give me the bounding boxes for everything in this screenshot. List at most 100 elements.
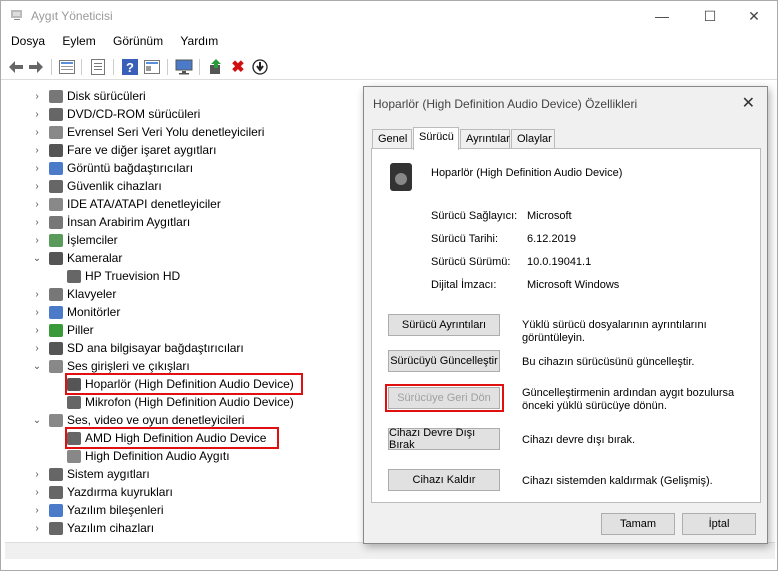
- tree-node[interactable]: › SD ana bilgisayar bağdaştırıcıları: [31, 339, 243, 357]
- dvd-drive-icon: [49, 107, 63, 121]
- collapse-chevron-icon[interactable]: ⌄: [31, 361, 43, 372]
- tree-node[interactable]: › Evrensel Seri Veri Yolu denetleyicileri: [31, 123, 264, 141]
- field-value-date: 6.12.2019: [527, 233, 576, 245]
- dialog-close-icon[interactable]: ✕: [742, 93, 755, 113]
- horizontal-scrollbar[interactable]: [5, 542, 775, 559]
- ide-controller-icon: [49, 197, 63, 211]
- tree-node-label: İşlemciler: [67, 233, 118, 247]
- forward-icon[interactable]: [27, 58, 45, 76]
- expand-chevron-icon[interactable]: ›: [31, 469, 43, 480]
- uninstall-icon[interactable]: ✖: [229, 58, 247, 76]
- uninstall-device-button[interactable]: Cihazı Kaldır: [388, 469, 500, 491]
- monitor-icon[interactable]: [175, 58, 193, 76]
- expand-chevron-icon[interactable]: ›: [31, 145, 43, 156]
- uninstall-device-desc: Cihazı sistemden kaldırmak (Gelişmiş).: [522, 475, 713, 487]
- driver-details-button[interactable]: Sürücü Ayrıntıları: [388, 314, 500, 336]
- expand-chevron-icon[interactable]: ›: [31, 523, 43, 534]
- webcam-icon: [67, 269, 81, 283]
- expand-chevron-icon[interactable]: ›: [31, 307, 43, 318]
- tree-node-label: Klavyeler: [67, 287, 117, 301]
- menu-help[interactable]: Yardım: [173, 32, 225, 50]
- tab-details[interactable]: Ayrıntılar: [460, 129, 510, 149]
- expand-chevron-icon[interactable]: ›: [31, 289, 43, 300]
- back-icon[interactable]: [7, 58, 25, 76]
- software-device-icon: [49, 521, 63, 535]
- tree-node[interactable]: Mikrofon (High Definition Audio Device): [49, 393, 294, 411]
- tree-node-label: High Definition Audio Aygıtı: [85, 449, 230, 463]
- expand-chevron-icon[interactable]: ›: [31, 217, 43, 228]
- collapse-chevron-icon[interactable]: ⌄: [31, 415, 43, 426]
- tree-node[interactable]: ⌄ Kameralar: [31, 249, 123, 267]
- tree-highlight-box: [65, 373, 303, 395]
- tree-node[interactable]: › IDE ATA/ATAPI denetleyiciler: [31, 195, 221, 213]
- tab-driver[interactable]: Sürücü: [413, 127, 459, 150]
- help-icon[interactable]: ?: [121, 58, 139, 76]
- tree-node-label: Monitörler: [67, 305, 121, 319]
- tree-node[interactable]: › Disk sürücüleri: [31, 87, 146, 105]
- menu-view[interactable]: Görünüm: [106, 32, 170, 50]
- device-tree: › Disk sürücüleri › DVD/CD-ROM sürücüleri › E…: [1, 87, 361, 542]
- tree-node-label: Ses, video ve oyun denetleyicileri: [67, 413, 245, 427]
- expand-chevron-icon[interactable]: ›: [31, 235, 43, 246]
- window-title: Aygıt Yöneticisi: [31, 9, 113, 23]
- tree-node[interactable]: › İşlemciler: [31, 231, 118, 249]
- enable-driver-icon[interactable]: [207, 58, 225, 76]
- minimize-button[interactable]: —: [639, 1, 685, 31]
- field-value-signer: Microsoft Windows: [527, 279, 620, 291]
- tree-node[interactable]: › Klavyeler: [31, 285, 116, 303]
- expand-chevron-icon[interactable]: ›: [31, 127, 43, 138]
- dialog-title: Hoparlör (High Definition Audio Device) …: [373, 97, 638, 111]
- tree-node[interactable]: › Monitörler: [31, 303, 120, 321]
- tree-node[interactable]: › Güvenlik cihazları: [31, 177, 161, 195]
- tab-events[interactable]: Olaylar: [511, 129, 555, 149]
- field-label-date: Sürücü Tarihi:: [431, 233, 499, 245]
- list-icon[interactable]: [89, 58, 107, 76]
- menu-file[interactable]: Dosya: [4, 32, 52, 50]
- tree-node[interactable]: High Definition Audio Aygıtı: [49, 447, 230, 465]
- ok-button[interactable]: Tamam: [601, 513, 675, 535]
- tree-node-label: İnsan Arabirim Aygıtları: [67, 215, 191, 229]
- tree-node[interactable]: HP Truevision HD: [49, 267, 180, 285]
- tree-node[interactable]: › Sistem aygıtları: [31, 465, 149, 483]
- tree-node[interactable]: › Yazdırma kuyrukları: [31, 483, 172, 501]
- update-driver-desc: Bu cihazın sürücüsünü güncelleştir.: [522, 356, 695, 368]
- tree-node-label: Kameralar: [67, 251, 123, 265]
- expand-chevron-icon[interactable]: ›: [31, 487, 43, 498]
- properties-view-icon[interactable]: [58, 58, 76, 76]
- expand-chevron-icon[interactable]: ›: [31, 91, 43, 102]
- svg-text:?: ?: [126, 60, 134, 75]
- tree-node[interactable]: › Piller: [31, 321, 93, 339]
- mouse-icon: [49, 143, 63, 157]
- tree-node[interactable]: › Fare ve diğer işaret aygıtları: [31, 141, 216, 159]
- tree-node[interactable]: › Görüntü bağdaştırıcıları: [31, 159, 193, 177]
- expand-chevron-icon[interactable]: ›: [31, 109, 43, 120]
- audio-io-icon: [49, 359, 63, 373]
- usb-controller-icon: [49, 125, 63, 139]
- expand-chevron-icon[interactable]: ›: [31, 181, 43, 192]
- security-device-icon: [49, 179, 63, 193]
- maximize-button[interactable]: ☐: [687, 1, 733, 31]
- download-icon[interactable]: [251, 58, 269, 76]
- tree-node[interactable]: › DVD/CD-ROM sürücüleri: [31, 105, 200, 123]
- expand-chevron-icon[interactable]: ›: [31, 163, 43, 174]
- close-button[interactable]: ✕: [731, 1, 777, 31]
- collapse-chevron-icon[interactable]: ⌄: [31, 253, 43, 264]
- expand-chevron-icon[interactable]: ›: [31, 505, 43, 516]
- properties-dialog: Hoparlör (High Definition Audio Device) …: [363, 86, 768, 544]
- cancel-button[interactable]: İptal: [682, 513, 756, 535]
- expand-chevron-icon[interactable]: ›: [31, 199, 43, 210]
- tree-node[interactable]: › İnsan Arabirim Aygıtları: [31, 213, 190, 231]
- tree-node-label: Mikrofon (High Definition Audio Device): [85, 395, 294, 409]
- update-icon[interactable]: [143, 58, 161, 76]
- tree-node[interactable]: › Yazılım cihazları: [31, 519, 154, 537]
- tree-node[interactable]: › Yazılım bileşenleri: [31, 501, 163, 519]
- expand-chevron-icon[interactable]: ›: [31, 343, 43, 354]
- disable-device-button[interactable]: Cihazı Devre Dışı Bırak: [388, 427, 500, 451]
- tree-node-label: IDE ATA/ATAPI denetleyiciler: [67, 197, 221, 211]
- update-driver-button[interactable]: Sürücüyü Güncelleştir: [388, 350, 500, 372]
- menu-action[interactable]: Eylem: [55, 32, 102, 50]
- expand-chevron-icon[interactable]: ›: [31, 325, 43, 336]
- tab-general[interactable]: Genel: [372, 129, 412, 149]
- tree-node-label: Disk sürücüleri: [67, 89, 146, 103]
- device-name: Hoparlör (High Definition Audio Device): [431, 167, 623, 179]
